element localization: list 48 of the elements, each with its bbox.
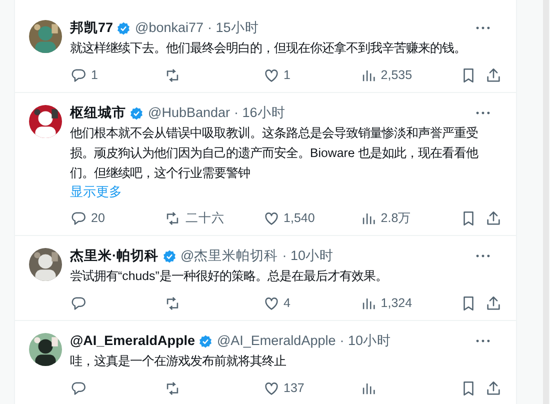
reply-button[interactable]: 20 — [70, 208, 105, 228]
more-icon[interactable] — [476, 26, 490, 30]
share-icon — [485, 294, 502, 312]
like-button[interactable]: 4 — [262, 294, 290, 312]
post-time[interactable]: · 15小时 — [208, 19, 259, 37]
share-icon — [485, 380, 502, 396]
speech-bubble-icon — [70, 294, 87, 312]
post-time[interactable]: · 10小时 — [282, 247, 334, 265]
share-button[interactable] — [485, 210, 502, 226]
share-icon — [485, 66, 502, 84]
share-icon — [485, 210, 502, 226]
post-text: 尝试拥有“chuds”是一种很好的策略。总是在最后才有效果。 — [70, 268, 388, 285]
display-name[interactable]: 枢纽城市 — [70, 104, 126, 122]
share-button[interactable] — [485, 294, 502, 312]
reply-button[interactable] — [70, 380, 87, 396]
like-button[interactable]: 1 — [262, 66, 290, 84]
heart-icon — [262, 294, 280, 312]
like-button[interactable]: 1,540 — [262, 208, 315, 228]
post-text: 他们根本就不会从错误中吸取教训。这条路总是会导致销量惨淡和声誉严重受损。顽皮狗认为他们因为自己的遗产而安全。Bioware 也是如此，现在看看他们。但继续吧，这个行业需要警钟 — [70, 125, 480, 182]
reply-button[interactable]: 1 — [70, 66, 98, 84]
post-time[interactable]: · 16小时 — [234, 104, 286, 122]
heart-icon — [262, 210, 280, 226]
reply-button[interactable] — [70, 294, 87, 312]
post-text: 哇，这真是一个在游戏发布前就将其终止 — [70, 353, 287, 370]
display-name[interactable]: @AI_EmeraldApple — [70, 332, 195, 350]
like-button[interactable]: 137 — [262, 378, 304, 398]
heart-icon — [262, 380, 280, 396]
display-name[interactable]: 邦凯77 — [70, 19, 114, 37]
user-handle[interactable]: @AI_EmeraldApple — [216, 332, 336, 350]
speech-bubble-icon — [70, 66, 87, 84]
share-button[interactable] — [485, 380, 502, 396]
display-name[interactable]: 杰里米·帕切科 — [70, 247, 158, 265]
heart-icon — [262, 66, 280, 84]
views-button[interactable]: 1,324 — [360, 294, 412, 312]
user-handle[interactable]: @bonkai77 — [135, 19, 204, 37]
more-icon[interactable] — [476, 339, 490, 343]
more-icon[interactable] — [476, 254, 490, 258]
views-button[interactable]: 2,535 — [360, 66, 412, 84]
views-button[interactable]: 2.8万 — [360, 208, 412, 228]
speech-bubble-icon — [70, 380, 87, 396]
more-icon[interactable] — [476, 111, 490, 115]
user-handle[interactable]: @HubBandar — [148, 104, 230, 122]
share-button[interactable] — [485, 66, 502, 84]
post-text: 就这样继续下去。他们最终会明白的，但现在你还拿不到我辛苦赚来的钱。 — [70, 40, 467, 57]
user-handle[interactable]: @杰里米帕切科 — [180, 247, 278, 265]
post-time[interactable]: · 10小时 — [340, 332, 391, 350]
retweet-button[interactable]: 二十六 — [164, 208, 224, 228]
speech-bubble-icon — [70, 210, 87, 226]
